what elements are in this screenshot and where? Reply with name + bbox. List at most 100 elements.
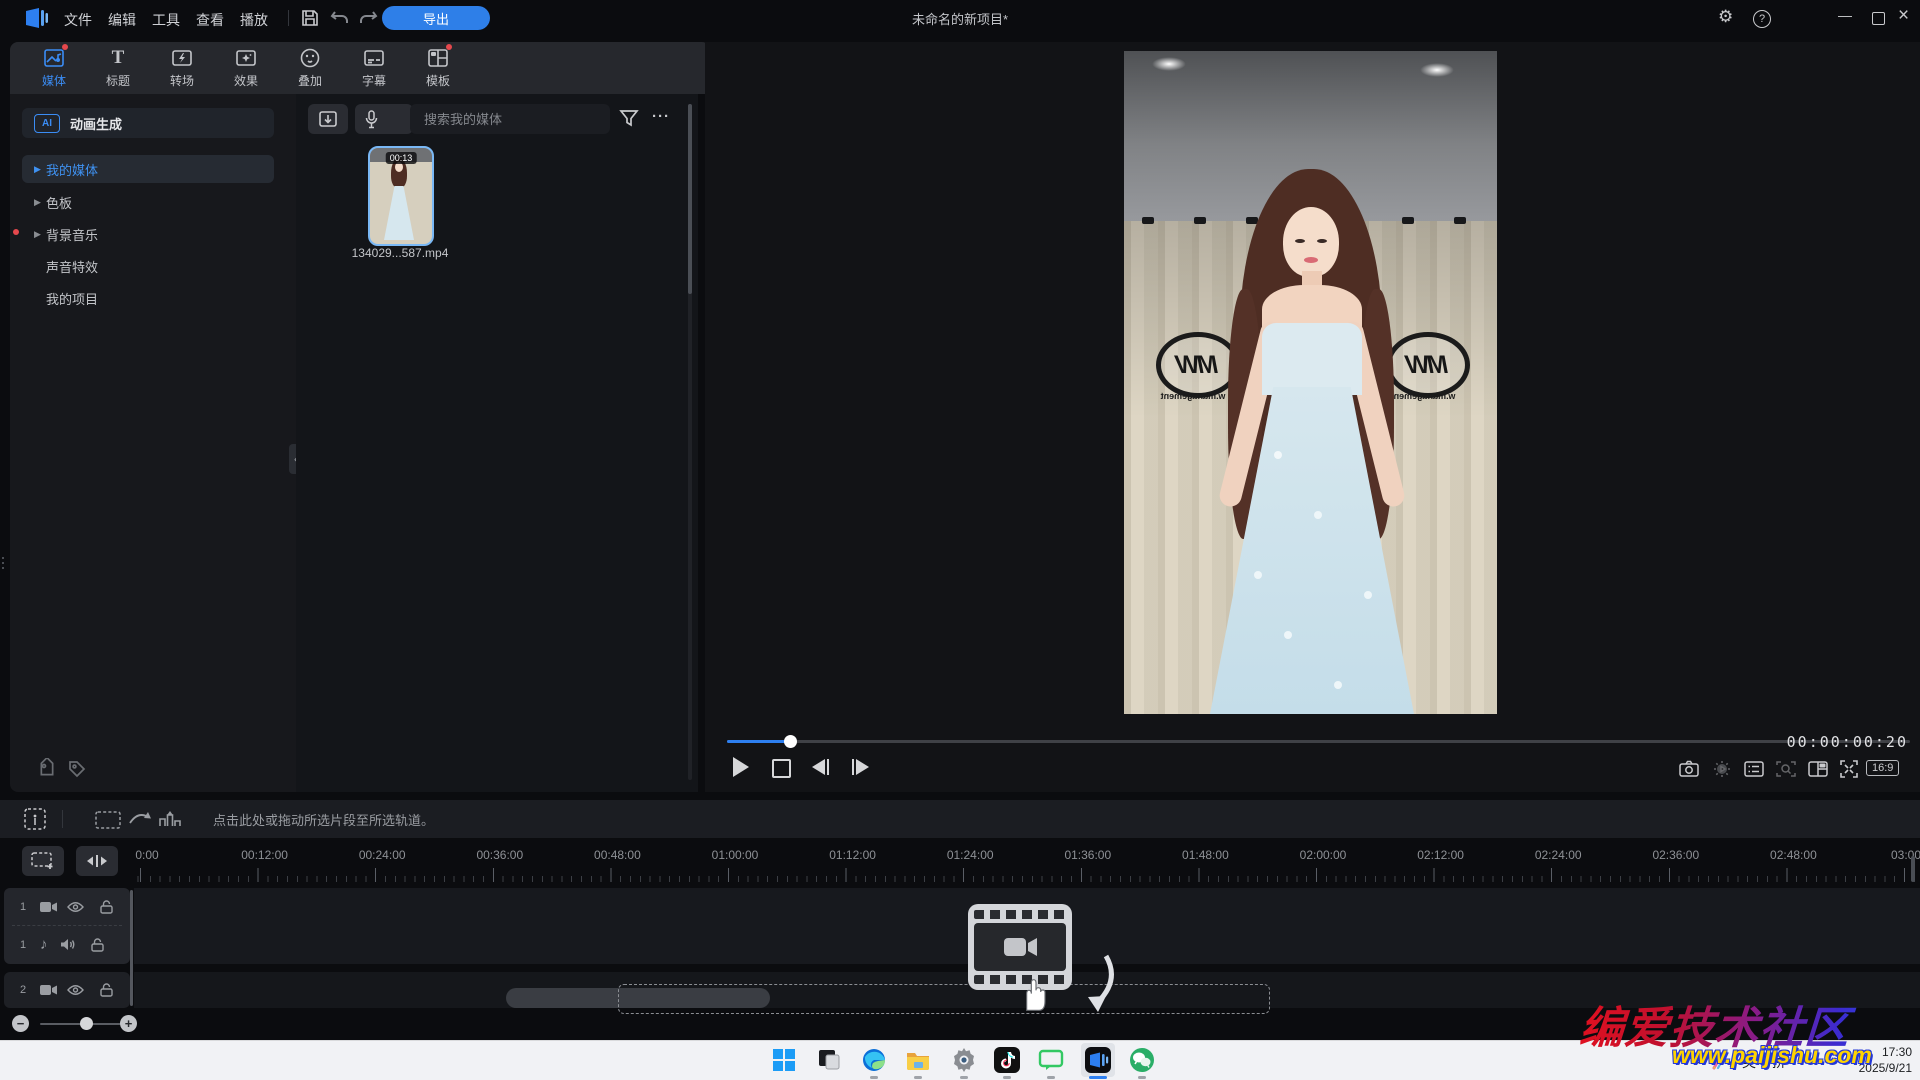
file-explorer-icon[interactable] — [905, 1047, 931, 1073]
tag-icon[interactable] — [66, 758, 88, 780]
record-voiceover-button[interactable] — [355, 104, 413, 134]
notification-dot — [62, 44, 68, 50]
timeline-ruler-ticks[interactable] — [134, 868, 1920, 882]
fullscreen-icon[interactable] — [1840, 760, 1858, 778]
title-bar: 文件 编辑 工具 查看 播放 导出 未命名的新项目* ⚙ ? — × — [0, 0, 1920, 36]
tag-icon[interactable] — [36, 758, 58, 780]
ruler-label: 03:00:0 — [1891, 848, 1920, 862]
menu-item-play[interactable]: 播放 — [232, 6, 276, 34]
start-button[interactable] — [771, 1047, 797, 1073]
transition-icon — [171, 47, 193, 69]
drop-target-outline[interactable] — [618, 984, 1270, 1014]
ai-badge-icon: AI — [34, 114, 60, 133]
wechat-icon[interactable] — [1129, 1047, 1155, 1073]
media-search — [410, 104, 610, 134]
zoom-fit-icon[interactable] — [1776, 760, 1796, 778]
aspect-ratio-button[interactable]: 16:9 — [1866, 760, 1899, 776]
maximize-button[interactable] — [1872, 12, 1885, 25]
save-icon[interactable] — [300, 8, 320, 28]
play-button[interactable] — [733, 757, 749, 777]
task-view-button[interactable] — [816, 1047, 842, 1073]
tab-overlay[interactable]: 叠加 — [278, 42, 342, 94]
ruler-label: 00:36:00 — [476, 848, 523, 862]
tab-templates[interactable]: 模板 — [406, 42, 470, 94]
zoom-slider-thumb[interactable] — [80, 1017, 93, 1030]
search-input[interactable] — [422, 111, 606, 128]
ruler-label: 02:12:00 — [1417, 848, 1464, 862]
track-header-video-1[interactable]: 1 — [4, 888, 130, 925]
split-screen-icon[interactable] — [1808, 761, 1828, 777]
scrollbar-thumb[interactable] — [688, 104, 692, 294]
playback-progress-thumb[interactable] — [784, 735, 797, 748]
video-camera-icon — [40, 901, 57, 913]
timeline-ruler[interactable]: 0:0000:12:0000:24:0000:36:0000:48:0001:0… — [0, 848, 1920, 864]
lock-icon[interactable] — [100, 983, 113, 997]
render-preview-icon[interactable] — [1712, 760, 1732, 778]
menu-item-edit[interactable]: 编辑 — [100, 6, 144, 34]
track-header-group: 1 1 ♪ — [4, 888, 130, 964]
expander-icon[interactable]: ▶ — [34, 164, 46, 175]
messages-app-icon[interactable] — [1038, 1047, 1064, 1073]
sidebar-item-background-music[interactable]: ▶ 背景音乐 — [22, 220, 274, 248]
ruler-label: 00:48:00 — [594, 848, 641, 862]
expander-icon[interactable]: ▶ — [34, 197, 46, 208]
scene-dress — [1262, 323, 1362, 395]
tab-subtitles[interactable]: 字幕 — [342, 42, 406, 94]
marker-list-icon[interactable] — [1744, 761, 1764, 777]
previous-frame-button[interactable] — [812, 759, 829, 775]
more-options-icon[interactable]: ··· — [652, 108, 670, 125]
redo-icon[interactable] — [358, 9, 378, 26]
lock-icon[interactable] — [91, 938, 104, 952]
sidebar-item-ai-generate[interactable]: AI 动画生成 — [22, 108, 274, 138]
tab-media[interactable]: 媒体 — [22, 42, 86, 94]
snapshot-camera-icon[interactable] — [1679, 760, 1699, 777]
settings-app-icon[interactable] — [951, 1047, 977, 1073]
close-button[interactable]: × — [1898, 6, 1909, 26]
expander-icon[interactable]: ▶ — [34, 229, 46, 240]
lock-icon[interactable] — [100, 900, 113, 914]
ruler-label: 0:00 — [135, 848, 158, 862]
ribbon-tabs: 媒体 T 标题 转场 效果 叠加 字幕 — [10, 42, 710, 94]
settings-gear-icon[interactable]: ⚙ — [1718, 7, 1733, 27]
filter-icon[interactable] — [618, 107, 640, 129]
panel-resize-grip[interactable] — [0, 552, 5, 574]
track-scrollbar[interactable] — [130, 890, 133, 1006]
snap-tool-icon[interactable] — [22, 806, 48, 832]
eye-icon[interactable] — [67, 984, 84, 996]
edge-browser-icon[interactable] — [861, 1047, 887, 1073]
video-editor-app-icon[interactable] — [1085, 1047, 1111, 1073]
next-frame-button[interactable] — [852, 759, 869, 775]
notification-dot — [13, 229, 19, 235]
eye-icon[interactable] — [67, 901, 84, 913]
sidebar-item-sound-effects[interactable]: 声音特效 — [22, 252, 274, 280]
speaker-icon[interactable] — [60, 938, 76, 951]
tiktok-icon[interactable] — [994, 1047, 1020, 1073]
export-button[interactable]: 导出 — [382, 6, 490, 30]
sidebar-item-color-board[interactable]: ▶ 色板 — [22, 188, 274, 216]
title-text-icon: T — [107, 47, 129, 69]
sidebar-item-my-projects[interactable]: 我的项目 — [22, 284, 274, 312]
timeline-scrollbar[interactable] — [1911, 856, 1915, 882]
tab-transition[interactable]: 转场 — [150, 42, 214, 94]
minimize-button[interactable]: — — [1838, 5, 1852, 25]
clip-card-selected[interactable]: 00:13 — [368, 146, 434, 246]
sidebar-item-my-media[interactable]: ▶ 我的媒体 — [22, 155, 274, 183]
undo-icon[interactable] — [330, 9, 350, 26]
import-media-button[interactable] — [308, 104, 348, 134]
mw-caption-left: w.management — [1150, 391, 1236, 401]
tab-effects[interactable]: 效果 — [214, 42, 278, 94]
zoom-out-button[interactable]: − — [12, 1015, 29, 1032]
subtitles-icon — [363, 47, 385, 69]
tab-title[interactable]: T 标题 — [86, 42, 150, 94]
curved-arrow-icon — [1080, 952, 1120, 1014]
music-note-icon: ♪ — [40, 936, 48, 953]
menu-item-tools[interactable]: 工具 — [144, 6, 188, 34]
zoom-in-button[interactable]: + — [120, 1015, 137, 1032]
menu-item-view[interactable]: 查看 — [188, 6, 232, 34]
track-header-video-2[interactable]: 2 — [4, 972, 130, 1008]
help-icon[interactable]: ? — [1753, 10, 1771, 28]
menu-item-file[interactable]: 文件 — [56, 6, 100, 34]
track-header-audio-1[interactable]: 1 ♪ — [4, 926, 130, 963]
stop-button[interactable] — [772, 759, 791, 778]
media-scrollbar[interactable] — [688, 104, 692, 780]
